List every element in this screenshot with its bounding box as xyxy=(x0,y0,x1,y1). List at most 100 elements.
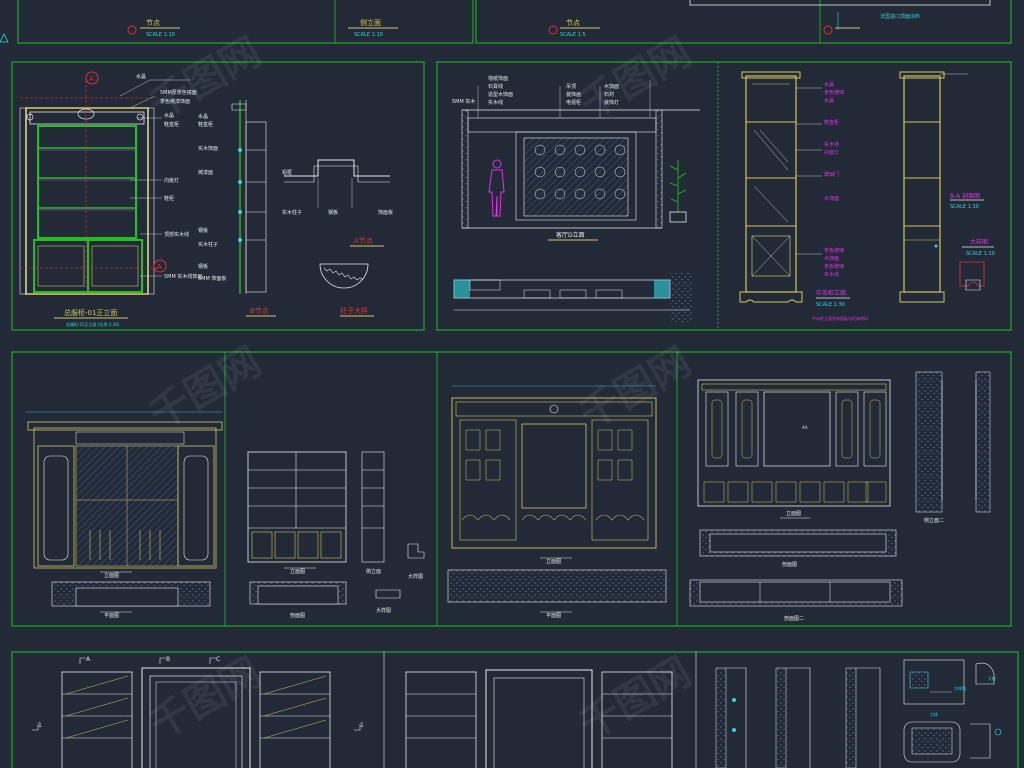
svg-text:茶色玻璃: 茶色玻璃 xyxy=(824,263,844,270)
svg-text:C: C xyxy=(216,656,220,663)
svg-text:A: A xyxy=(86,656,91,663)
title-block-3: 节点 SCALE 1:5 xyxy=(548,19,600,38)
svg-text:剖面图二: 剖面图二 xyxy=(784,615,804,622)
svg-text:钢板: 钢板 xyxy=(328,209,338,216)
watermark: 千图网 千图网 千图网 千图网 千图网 千图网 xyxy=(142,29,699,749)
cabinet-title-a: 中岛柜立面 xyxy=(816,289,846,297)
cabinet-elevation-right: 水晶 茶色玻璃 水晶 鞋盒柜 实木线 内嵌灯 玻璃门 木饰面 茶色玻璃 木饰面 … xyxy=(739,71,995,321)
svg-text:水晶: 水晶 xyxy=(198,113,208,120)
svg-text:5MM 实木: 5MM 实木 xyxy=(452,98,475,105)
svg-text:5MM 饰面板: 5MM 饰面板 xyxy=(198,275,226,282)
svg-text:实木线: 实木线 xyxy=(824,141,839,148)
svg-text:千图网: 千图网 xyxy=(572,29,699,129)
svg-text:剖面图: 剖面图 xyxy=(290,612,305,619)
svg-text:造型木饰面: 造型木饰面 xyxy=(488,91,513,98)
living-room-elevation: 客厅D立面 5MM 实木 墙纸饰面 石膏线 造型木饰面 实木线 吊顶 装饰画 电… xyxy=(452,75,700,322)
svg-text:水晶: 水晶 xyxy=(824,97,834,104)
svg-text:千图网: 千图网 xyxy=(572,339,699,439)
plant-icon xyxy=(669,160,687,223)
svg-text:内嵌灯: 内嵌灯 xyxy=(824,149,839,156)
svg-text:木饰面: 木饰面 xyxy=(824,195,839,202)
svg-text:SCALE 1:30: SCALE 1:30 xyxy=(950,204,979,210)
title-block-2-scale: SCALE 1:10 xyxy=(354,32,383,38)
svg-text:茶色玻璃: 茶色玻璃 xyxy=(824,89,844,96)
svg-text:实木柱子: 实木柱子 xyxy=(282,209,302,216)
svg-text:钢板: 钢板 xyxy=(198,227,208,234)
panel-living-room xyxy=(436,61,1012,331)
cabinet-title-c: 大样图 xyxy=(970,238,988,246)
svg-text:烤漆面: 烤漆面 xyxy=(198,169,213,176)
section-marker-a-lower: A xyxy=(153,259,167,273)
cad-sheet: 节点 SCALE 1:10 侧立面 SCALE 1:10 节点 SCALE 1:… xyxy=(0,0,1019,768)
top-note: 法国进口顶面涂料 xyxy=(880,13,920,20)
row2-panel-a: 立面图 平面图 xyxy=(26,411,223,619)
panel-main-cabinet xyxy=(11,61,425,331)
title-block-2: 侧立面 SCALE 1:10 xyxy=(348,18,398,38)
top-strip: 节点 SCALE 1:10 侧立面 SCALE 1:10 节点 SCALE 1:… xyxy=(0,0,1012,44)
svg-text:钢板: 钢板 xyxy=(198,263,208,270)
svg-text:立面图: 立面图 xyxy=(104,572,119,579)
title-block-1-title: 节点 xyxy=(146,19,160,27)
svg-text:大样: 大样 xyxy=(988,675,996,681)
svg-text:千图网: 千图网 xyxy=(572,649,699,749)
svg-text:剖面图: 剖面图 xyxy=(782,561,797,568)
row2-panel-b: 立面图 侧立面 剖面图 大样图 大样图 xyxy=(247,451,425,619)
cabinet-scale-a: SCALE 1:30 xyxy=(816,302,845,308)
svg-text:墙纸饰面: 墙纸饰面 xyxy=(488,75,508,82)
cabinet-elevation-labels: 水晶 茶色玻璃 水晶 鞋盒柜 实木线 内嵌灯 玻璃门 木饰面 茶色玻璃 木饰面 … xyxy=(796,73,968,278)
svg-text:鞋柜: 鞋柜 xyxy=(164,195,174,202)
title-block-2-title: 侧立面 xyxy=(360,18,381,27)
svg-text:铝框: 铝框 xyxy=(282,169,292,176)
svg-text:1: 1 xyxy=(360,722,364,729)
svg-text:玻璃门: 玻璃门 xyxy=(824,171,839,178)
row2-panel-c: 立面图 平面图 xyxy=(447,385,667,619)
svg-text:平面图: 平面图 xyxy=(546,613,561,619)
section-marker-a: A xyxy=(85,71,99,85)
svg-text:平面图: 平面图 xyxy=(104,613,119,619)
svg-text:SCALE 1:10: SCALE 1:10 xyxy=(966,251,995,257)
main-cabinet-title: 总服柜-01正立面 xyxy=(64,308,117,317)
svg-text:石膏线: 石膏线 xyxy=(488,83,503,90)
svg-text:茶色玻璃: 茶色玻璃 xyxy=(824,247,844,254)
svg-text:实木线: 实木线 xyxy=(824,271,839,278)
title-block-3-scale: SCALE 1:5 xyxy=(560,32,586,38)
svg-text:大样: 大样 xyxy=(930,711,938,717)
cabinet-title-b: B-A 剖面图 xyxy=(950,192,980,200)
svg-text:A: A xyxy=(157,263,162,271)
main-cabinet-side-section: 水晶 鞋盒柜 实木饰面 烤漆面 钢板 实木柱子 钢板 5MM 饰面板 B节点 xyxy=(198,100,276,317)
svg-text:内嵌灯: 内嵌灯 xyxy=(164,177,179,184)
node-a-detail: 铝框 实木柱子 钢板 饰面板 A节点 柱子大样 xyxy=(282,159,393,317)
svg-text:立面图: 立面图 xyxy=(290,568,305,575)
title-block-1-scale: SCALE 1:10 xyxy=(146,32,175,38)
svg-text:顶部实木线: 顶部实木线 xyxy=(164,231,189,238)
svg-text:AA: AA xyxy=(802,425,808,430)
title-block-1: 节点 SCALE 1:10 xyxy=(127,19,180,38)
svg-text:实木饰面: 实木饰面 xyxy=(198,145,218,152)
svg-text:立面图: 立面图 xyxy=(786,510,801,517)
node-a-title: A节点 xyxy=(354,237,373,245)
svg-text:5MM 实木线饰面: 5MM 实木线饰面 xyxy=(164,273,202,280)
svg-text:水晶: 水晶 xyxy=(136,73,146,80)
svg-text:鞋盒柜: 鞋盒柜 xyxy=(824,119,839,126)
living-room-title: 客厅D立面 xyxy=(556,231,585,239)
svg-text:侧立面: 侧立面 xyxy=(366,568,381,575)
svg-text:木饰面: 木饰面 xyxy=(824,255,839,262)
svg-text:大样图: 大样图 xyxy=(408,573,423,580)
svg-text:实木线: 实木线 xyxy=(488,99,503,106)
living-room-plan xyxy=(453,272,692,322)
cabinet-note: 中岛柜立面及饰面板与柜体材料 xyxy=(812,315,868,321)
svg-text:1: 1 xyxy=(38,722,42,729)
row3-details: 大样 大样图 大样 xyxy=(715,659,1002,768)
svg-text:大样图: 大样图 xyxy=(954,685,966,691)
svg-text:立面图: 立面图 xyxy=(546,558,561,565)
svg-text:鞋盒柜: 鞋盒柜 xyxy=(198,121,213,128)
svg-text:B: B xyxy=(166,656,170,663)
svg-text:侧立面二: 侧立面二 xyxy=(924,517,944,524)
svg-text:饰面板: 饰面板 xyxy=(378,209,393,216)
main-cabinet-sub: 总服柜-01正立面 (比例 1:30) xyxy=(66,321,120,327)
row2-panel-d: AA 立面图 剖面图 剖面图二 侧立面二 xyxy=(689,371,991,622)
title-block-3-title: 节点 xyxy=(566,19,580,27)
svg-text:大样图: 大样图 xyxy=(376,607,391,614)
title-block-4: 法国进口顶面涂料 xyxy=(689,0,991,35)
svg-text:A: A xyxy=(89,75,94,83)
